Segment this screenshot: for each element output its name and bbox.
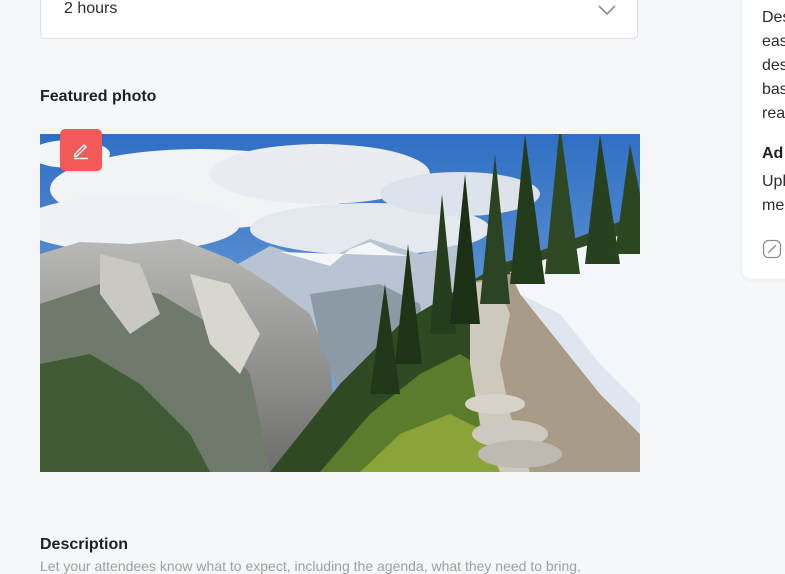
tips-heading: Ad xyxy=(762,145,784,162)
external-link-icon[interactable] xyxy=(762,239,782,259)
edit-photo-button[interactable] xyxy=(60,129,102,171)
tips-text-line: bas xyxy=(762,81,785,98)
featured-photo-image xyxy=(40,134,640,472)
tips-card: Des eas des bas rea Ad Upl me xyxy=(742,0,785,279)
duration-select[interactable]: 2 hours xyxy=(40,0,638,39)
description-title: Description xyxy=(40,536,129,553)
featured-photo[interactable] xyxy=(40,134,640,472)
tips-text-line: des xyxy=(762,57,785,74)
chevron-down-icon xyxy=(598,5,616,16)
featured-photo-title: Featured photo xyxy=(40,88,157,105)
tips-text-line: eas xyxy=(762,33,785,50)
duration-select-value: 2 hours xyxy=(64,0,118,17)
tips-text-line: Des xyxy=(762,9,785,26)
tips-text-line: rea xyxy=(762,105,785,122)
tips-text-line: me xyxy=(762,197,785,214)
tips-text-line: Upl xyxy=(762,173,785,190)
pencil-icon xyxy=(73,144,88,160)
